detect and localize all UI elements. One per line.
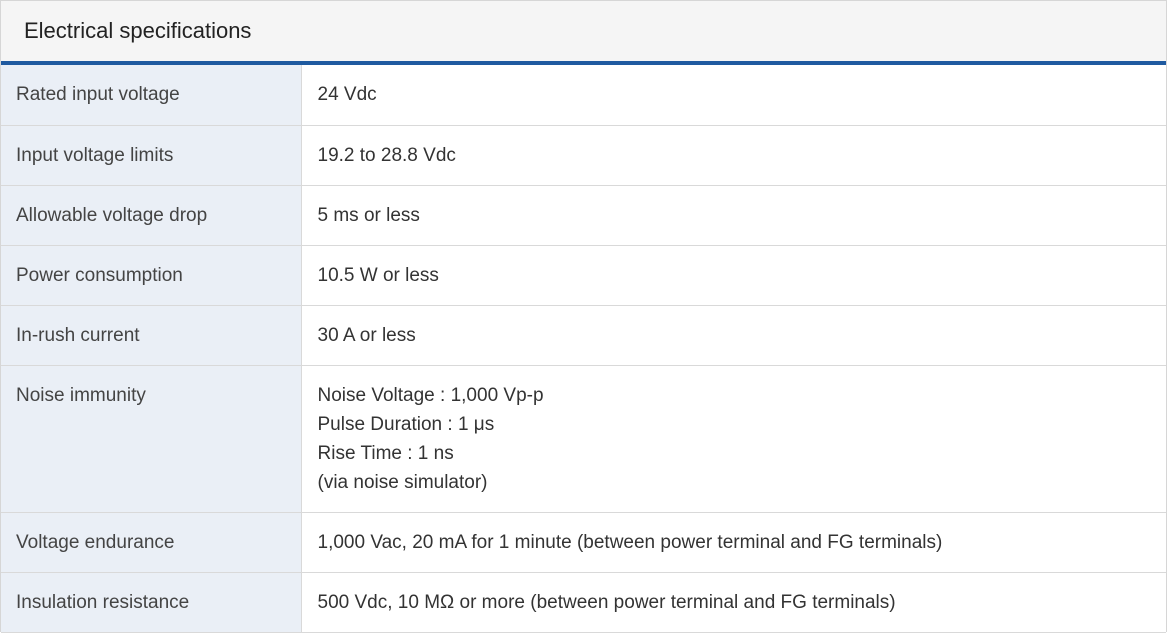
spec-value-insulation-resistance: 500 Vdc, 10 MΩ or more (between power te… — [301, 572, 1166, 632]
table-row: Allowable voltage drop 5 ms or less — [1, 185, 1166, 245]
spec-value-line: 19.2 to 28.8 Vdc — [317, 144, 456, 166]
section-title: Electrical specifications — [24, 18, 252, 43]
spec-value-line: 30 A or less — [317, 324, 416, 346]
spec-value-line: 500 Vdc, 10 MΩ or more (between power te… — [317, 591, 896, 613]
spec-value-rated-input-voltage: 24 Vdc — [301, 65, 1166, 125]
spec-value-line: 10.5 W or less — [317, 264, 439, 286]
table-row: Input voltage limits 19.2 to 28.8 Vdc — [1, 125, 1166, 185]
spec-label-insulation-resistance: Insulation resistance — [1, 572, 302, 632]
table-row: Power consumption 10.5 W or less — [1, 245, 1166, 305]
spec-value-line: 5 ms or less — [317, 204, 420, 226]
table-row: Rated input voltage 24 Vdc — [1, 65, 1166, 125]
spec-value-line: 1,000 Vac, 20 mA for 1 minute (between p… — [317, 531, 943, 553]
spec-value-line: Pulse Duration : 1 μs — [317, 413, 495, 435]
spec-value-noise-immunity: Noise Voltage : 1,000 Vp-p Pulse Duratio… — [301, 365, 1166, 512]
spec-label-noise-immunity: Noise immunity — [1, 365, 302, 512]
spec-label-allowable-voltage-drop: Allowable voltage drop — [1, 185, 302, 245]
spec-label-rated-input-voltage: Rated input voltage — [1, 65, 302, 125]
spec-label-input-voltage-limits: Input voltage limits — [1, 125, 302, 185]
spec-value-line: 24 Vdc — [317, 84, 377, 105]
table-row: Noise immunity Noise Voltage : 1,000 Vp-… — [1, 365, 1166, 512]
section-header: Electrical specifications — [1, 0, 1166, 65]
spec-value-voltage-endurance: 1,000 Vac, 20 mA for 1 minute (between p… — [301, 512, 1166, 572]
spec-label-voltage-endurance: Voltage endurance — [1, 512, 302, 572]
specifications-table: Rated input voltage 24 Vdc Input voltage… — [1, 65, 1166, 633]
table-row: Voltage endurance 1,000 Vac, 20 mA for 1… — [1, 512, 1166, 572]
spec-value-power-consumption: 10.5 W or less — [301, 245, 1166, 305]
spec-label-in-rush-current: In-rush current — [1, 305, 302, 365]
spec-value-allowable-voltage-drop: 5 ms or less — [301, 185, 1166, 245]
spec-value-input-voltage-limits: 19.2 to 28.8 Vdc — [301, 125, 1166, 185]
spec-label-power-consumption: Power consumption — [1, 245, 302, 305]
spec-value-line: (via noise simulator) — [317, 471, 488, 493]
table-row: In-rush current 30 A or less — [1, 305, 1166, 365]
spec-value-line: Rise Time : 1 ns — [317, 442, 454, 464]
table-row: Insulation resistance 500 Vdc, 10 MΩ or … — [1, 572, 1166, 632]
spec-value-in-rush-current: 30 A or less — [301, 305, 1166, 365]
spec-value-line: Noise Voltage : 1,000 Vp-p — [317, 384, 544, 406]
electrical-specifications-panel: Electrical specifications Rated input vo… — [0, 0, 1167, 632]
